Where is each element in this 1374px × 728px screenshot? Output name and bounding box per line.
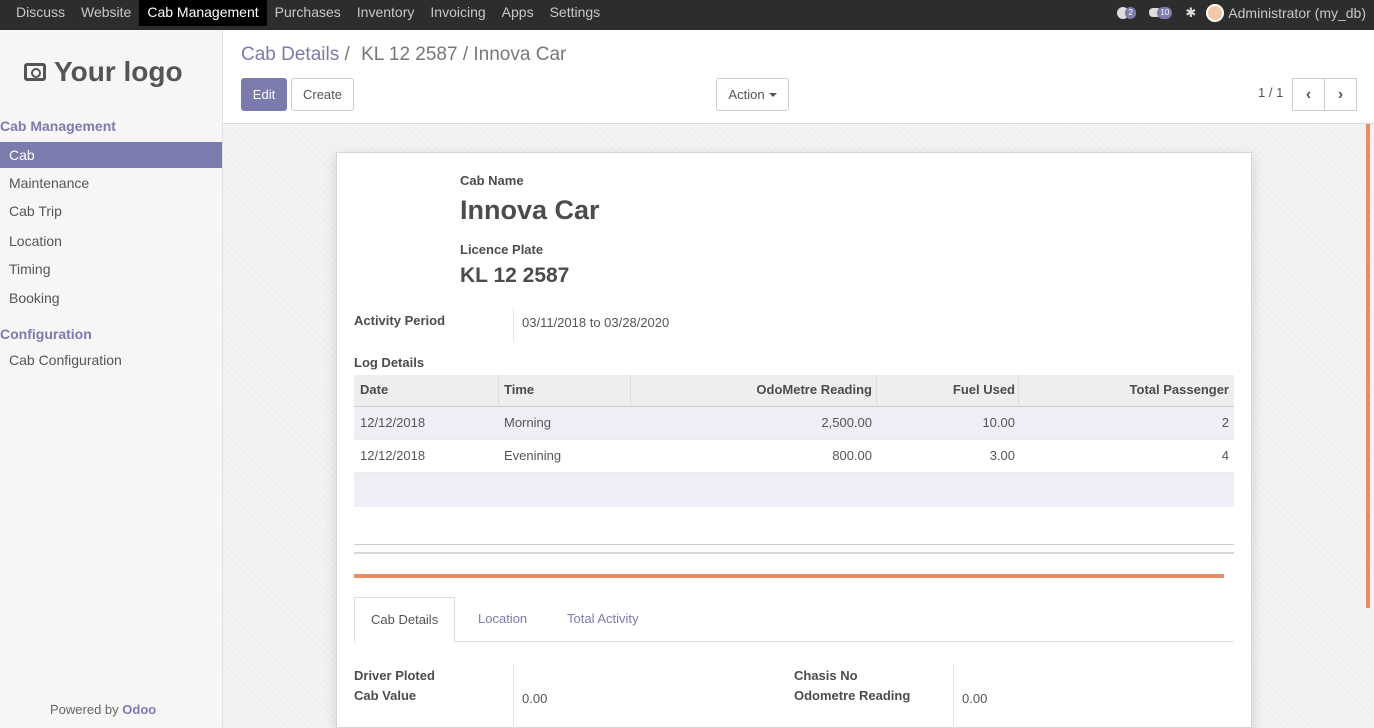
chat-count-badge: 2 bbox=[1125, 7, 1136, 19]
tab-location[interactable]: Location bbox=[462, 597, 543, 643]
cell-fuel-used: 3.00 bbox=[989, 448, 1015, 463]
column-total-passenger[interactable]: Total Passenger bbox=[1130, 375, 1229, 405]
menu-discuss[interactable]: Discuss bbox=[8, 0, 73, 26]
odometre-reading-label: Odometre Reading bbox=[794, 688, 911, 703]
breadcrumb-separator: / bbox=[344, 44, 350, 65]
field-separator bbox=[513, 309, 514, 341]
user-avatar[interactable] bbox=[1206, 4, 1225, 22]
cell-time: Morning bbox=[504, 415, 551, 430]
activity-period-value: 03/11/2018 to 03/28/2020 bbox=[522, 315, 670, 330]
cell-date: 12/12/2018 bbox=[360, 415, 426, 430]
cell-date: 12/12/2018 bbox=[360, 448, 426, 463]
menu-purchases[interactable]: Purchases bbox=[267, 0, 349, 26]
chevron-left-icon: ‹ bbox=[1305, 85, 1312, 103]
cell-fuel-used: 10.00 bbox=[982, 415, 1015, 430]
powered-by-text: Powered by bbox=[50, 702, 119, 717]
activity-period-label: Activity Period bbox=[354, 313, 446, 328]
sidebar-item-maintenance[interactable]: Maintenance bbox=[0, 170, 222, 196]
column-fuel-used[interactable]: Fuel Used bbox=[953, 375, 1015, 405]
control-panel: Cab Details / KL 12 2587 / Innova Car Ed… bbox=[223, 30, 1374, 124]
form-sheet: Cab Name Innova Car Licence Plate KL 12 … bbox=[336, 152, 1252, 728]
cell-odometre-reading: 800.00 bbox=[832, 448, 872, 463]
log-details-table: Date Time OdoMetre Reading Fuel Used Tot… bbox=[354, 375, 1234, 507]
notebook-tabs: Cab Details Location Total Activity bbox=[354, 597, 1234, 643]
edit-button[interactable]: Edit bbox=[241, 78, 287, 111]
cab-value-label: Cab Value bbox=[354, 688, 417, 703]
menu-settings[interactable]: Settings bbox=[542, 0, 609, 26]
sidebar: Your logo Cab Management Cab Maintenance… bbox=[0, 30, 223, 728]
menu-inventory[interactable]: Inventory bbox=[349, 0, 423, 26]
logo-text: Your logo bbox=[54, 56, 183, 87]
column-time[interactable]: Time bbox=[504, 375, 534, 405]
sidebar-item-cab-configuration[interactable]: Cab Configuration bbox=[0, 347, 222, 373]
chasis-no-label: Chasis No bbox=[794, 668, 858, 683]
top-navbar: Discuss Website Cab Management Purchases… bbox=[0, 0, 1374, 30]
table-empty-row bbox=[354, 473, 1234, 507]
column-separator bbox=[630, 375, 631, 407]
table-row[interactable]: 12/12/2018 Evenining 800.00 3.00 4 bbox=[354, 440, 1234, 473]
debug-bug-icon[interactable]: ✱ bbox=[1185, 5, 1196, 21]
sidebar-item-cab[interactable]: Cab bbox=[0, 142, 222, 168]
sidebar-item-timing[interactable]: Timing bbox=[0, 256, 222, 282]
action-dropdown[interactable]: Action bbox=[716, 78, 789, 111]
action-label: Action bbox=[728, 87, 765, 102]
menu-cab-management[interactable]: Cab Management bbox=[139, 0, 267, 26]
cab-value-field: 0.00 bbox=[522, 691, 548, 706]
message-count-badge: 10 bbox=[1157, 7, 1173, 19]
table-row[interactable]: 12/12/2018 Morning 2,500.00 10.00 2 bbox=[354, 407, 1234, 440]
column-separator bbox=[876, 375, 877, 407]
log-details-label: Log Details bbox=[354, 355, 425, 370]
cab-name-label: Cab Name bbox=[460, 173, 524, 188]
column-separator bbox=[498, 375, 499, 407]
column-odometre-reading[interactable]: OdoMetre Reading bbox=[756, 375, 872, 405]
caret-down-icon bbox=[768, 92, 777, 97]
tab-total-activity[interactable]: Total Activity bbox=[551, 597, 655, 643]
licence-plate-field: KL 12 2587 bbox=[460, 264, 570, 287]
tab-cab-details[interactable]: Cab Details bbox=[354, 597, 456, 643]
licence-plate-label: Licence Plate bbox=[460, 242, 544, 257]
sidebar-item-location[interactable]: Location bbox=[0, 228, 222, 254]
sidebar-item-booking[interactable]: Booking bbox=[0, 285, 222, 311]
cell-total-passenger: 2 bbox=[1221, 415, 1229, 430]
cell-odometre-reading: 2,500.00 bbox=[821, 415, 872, 430]
driver-ploted-label: Driver Ploted bbox=[354, 668, 435, 683]
section-configuration: Configuration bbox=[0, 326, 92, 342]
column-date[interactable]: Date bbox=[360, 375, 388, 405]
menu-website[interactable]: Website bbox=[73, 0, 139, 26]
pager-previous-button[interactable]: ‹ bbox=[1292, 78, 1325, 111]
orange-divider bbox=[354, 574, 1224, 578]
field-separator bbox=[513, 665, 514, 728]
field-separator bbox=[953, 665, 954, 728]
sidebar-item-cab-trip[interactable]: Cab Trip bbox=[0, 198, 222, 224]
create-button[interactable]: Create bbox=[291, 78, 354, 111]
column-separator bbox=[1018, 375, 1019, 407]
cab-name-field: Innova Car bbox=[460, 195, 600, 225]
company-logo[interactable]: Your logo bbox=[24, 56, 183, 88]
pager-value[interactable]: 1 / 1 bbox=[1258, 85, 1283, 100]
menu-invoicing[interactable]: Invoicing bbox=[422, 0, 493, 26]
scroll-accent-bar bbox=[1366, 124, 1370, 608]
breadcrumb: Cab Details / KL 12 2587 / Innova Car bbox=[241, 44, 566, 66]
table-header: Date Time OdoMetre Reading Fuel Used Tot… bbox=[354, 375, 1234, 407]
pager-next-button[interactable]: › bbox=[1324, 78, 1357, 111]
breadcrumb-cab-details[interactable]: Cab Details bbox=[241, 44, 339, 65]
systray: 2 10 ✱ Administrator (my_db) bbox=[1117, 0, 1366, 26]
messages-icon[interactable]: 10 bbox=[1149, 6, 1175, 20]
table-footer bbox=[354, 544, 1234, 554]
cell-time: Evenining bbox=[504, 448, 562, 463]
chat-icon[interactable]: 2 bbox=[1117, 6, 1139, 20]
user-menu[interactable]: Administrator (my_db) bbox=[1228, 5, 1366, 21]
section-cab-management: Cab Management bbox=[0, 118, 116, 134]
menu-apps[interactable]: Apps bbox=[494, 0, 542, 26]
cell-total-passenger: 4 bbox=[1221, 448, 1229, 463]
breadcrumb-current: KL 12 2587 / Innova Car bbox=[361, 44, 567, 65]
app-menu: Discuss Website Cab Management Purchases… bbox=[8, 0, 608, 30]
odometre-reading-field: 0.00 bbox=[962, 691, 988, 706]
chevron-right-icon: › bbox=[1337, 85, 1344, 103]
odoo-link[interactable]: Odoo bbox=[122, 702, 156, 717]
camera-icon bbox=[24, 63, 46, 81]
powered-by: Powered by Odoo bbox=[50, 702, 156, 717]
